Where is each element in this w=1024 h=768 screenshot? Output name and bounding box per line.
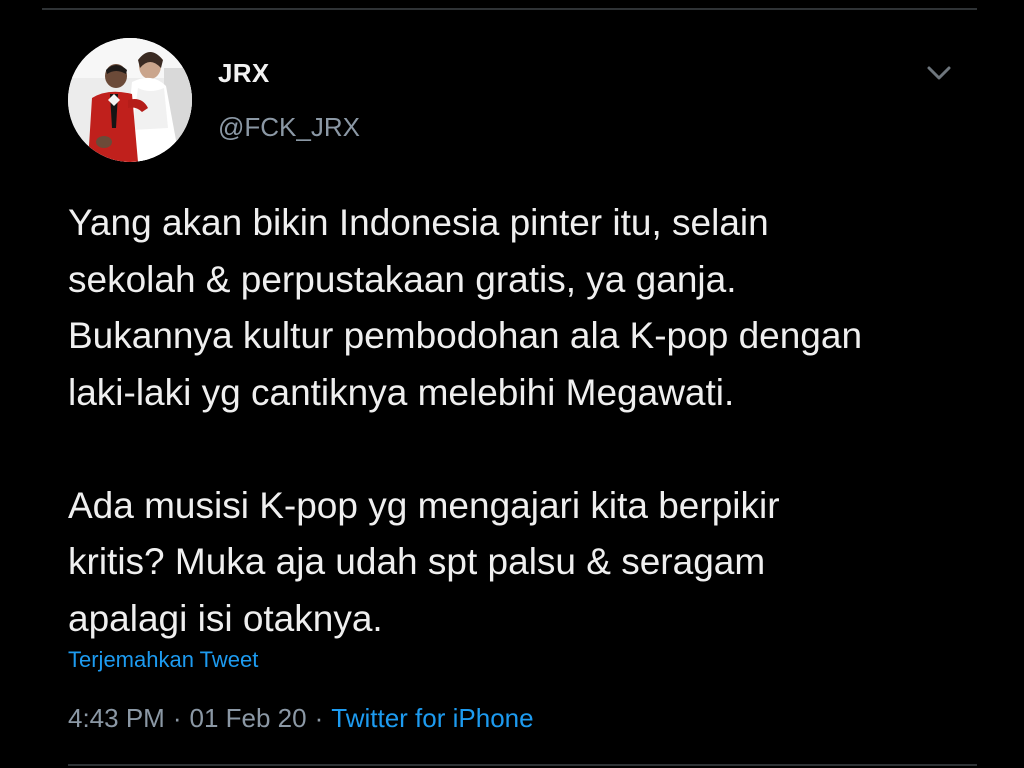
tweet-text: Yang akan bikin Indonesia pinter itu, se… xyxy=(68,195,968,647)
tweet-metadata: 4:43 PM · 01 Feb 20 · Twitter for iPhone xyxy=(68,703,534,734)
tweet-source-link[interactable]: Twitter for iPhone xyxy=(331,703,533,733)
tweet-paragraph-2: Ada musisi K-pop yg mengajari kita berpi… xyxy=(68,484,780,639)
chevron-down-icon xyxy=(927,66,951,80)
translate-tweet-link[interactable]: Terjemahkan Tweet xyxy=(68,647,258,673)
tweet-paragraph-1: Yang akan bikin Indonesia pinter itu, se… xyxy=(68,202,863,413)
avatar[interactable] xyxy=(68,38,192,162)
meta-separator: · xyxy=(314,703,324,733)
tweet-time[interactable]: 4:43 PM xyxy=(68,703,165,733)
tweet-date[interactable]: 01 Feb 20 xyxy=(190,703,307,733)
avatar-photo xyxy=(68,38,192,162)
meta-separator: · xyxy=(172,703,182,733)
display-name[interactable]: JRX xyxy=(218,58,269,89)
bottom-divider xyxy=(68,764,977,766)
user-handle[interactable]: @FCK_JRX xyxy=(218,112,360,143)
more-options-button[interactable] xyxy=(922,56,956,90)
top-divider xyxy=(42,8,977,10)
